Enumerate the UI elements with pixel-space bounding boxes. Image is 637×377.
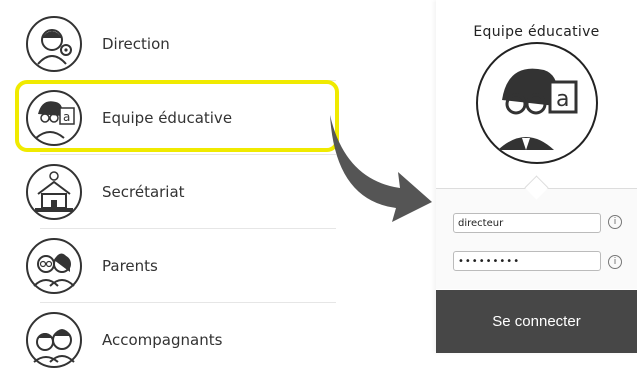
- role-list: Direction a Equipe éducative Secrétariat…: [0, 0, 336, 368]
- login-panel: Equipe éducative a i i Se connecter: [436, 0, 637, 353]
- school-building-icon: [26, 163, 82, 220]
- role-item-secretariat[interactable]: Secrétariat: [18, 154, 336, 229]
- connect-button[interactable]: Se connecter: [436, 290, 637, 353]
- username-field[interactable]: [453, 213, 601, 233]
- role-label: Direction: [102, 34, 170, 53]
- username-info-icon[interactable]: i: [608, 215, 622, 229]
- role-item-accompagnants[interactable]: Accompagnants: [18, 302, 336, 377]
- role-label: Accompagnants: [102, 330, 223, 349]
- role-item-parents[interactable]: Parents: [18, 228, 336, 303]
- role-label: Parents: [102, 256, 158, 275]
- companions-avatar-icon: [26, 311, 82, 368]
- selected-role-highlight: [15, 80, 339, 152]
- svg-text:a: a: [556, 87, 569, 112]
- password-field[interactable]: [453, 251, 601, 271]
- role-item-direction[interactable]: Direction: [18, 6, 336, 81]
- login-form: [436, 188, 637, 289]
- director-avatar-icon: [26, 15, 82, 72]
- panel-title: Equipe éducative: [473, 24, 600, 40]
- parents-avatar-icon: [26, 237, 82, 294]
- role-label: Secrétariat: [102, 182, 185, 201]
- password-info-icon[interactable]: i: [608, 255, 622, 269]
- teacher-avatar-icon: a: [476, 42, 598, 164]
- curved-arrow-icon: [330, 115, 432, 222]
